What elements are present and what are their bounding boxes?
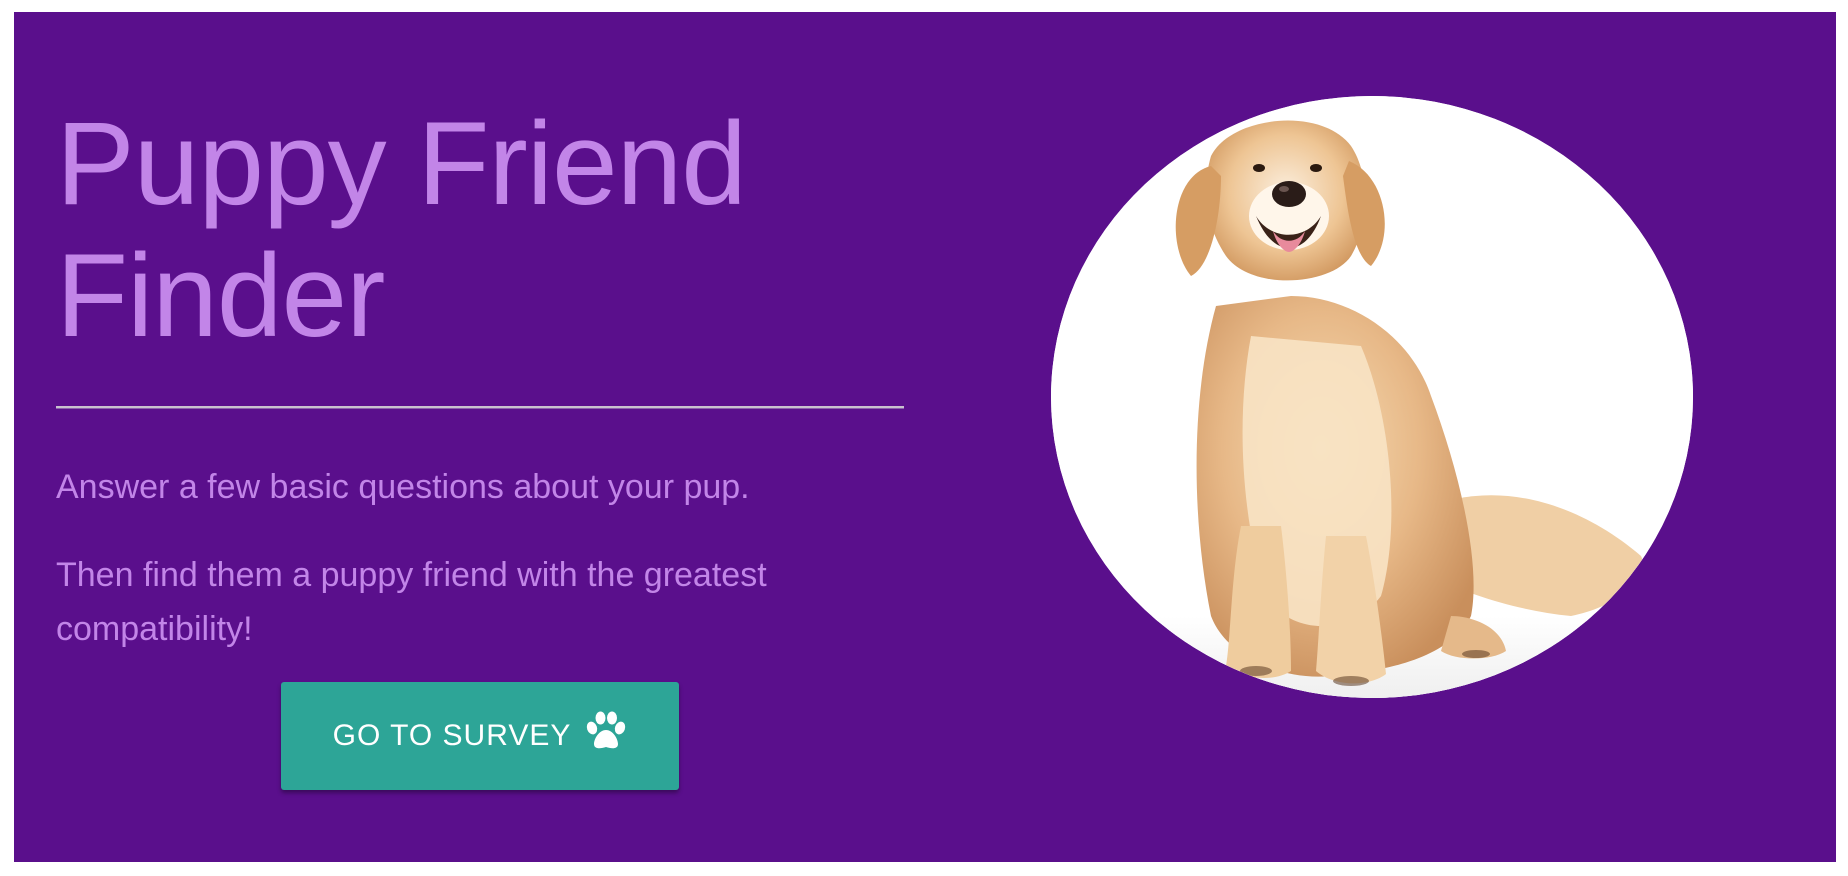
paw-icon <box>585 711 627 751</box>
golden-retriever-photo <box>1051 96 1693 698</box>
page-title: Puppy Friend Finder <box>56 98 747 362</box>
go-to-survey-label: GO TO SURVEY <box>332 719 572 752</box>
title-divider <box>56 406 904 409</box>
tagline-text: Then find them a puppy friend with the g… <box>56 556 767 648</box>
go-to-survey-button[interactable]: GO TO SURVEY <box>281 682 679 790</box>
hero-section: Puppy Friend Finder Answer a few basic q… <box>14 12 1836 862</box>
intro-text: Answer a few basic questions about your … <box>56 468 750 506</box>
